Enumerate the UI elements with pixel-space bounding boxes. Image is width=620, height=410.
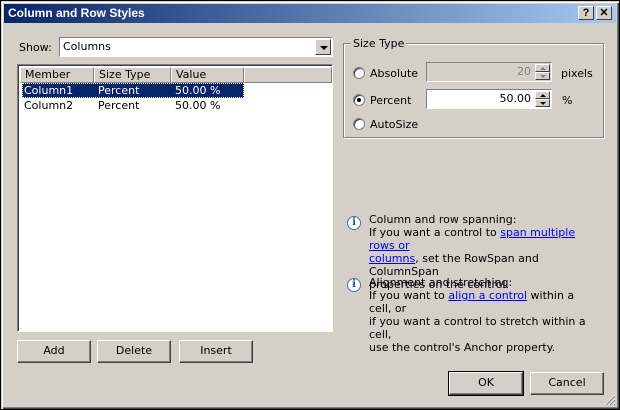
add-button[interactable]: Add [17, 340, 91, 363]
spanning-text: If you want a control to [369, 226, 501, 239]
arrow-down-icon [540, 75, 546, 78]
percent-label[interactable]: Percent [370, 94, 411, 107]
delete-button[interactable]: Delete [97, 340, 171, 363]
alignment-line1: If you want to align a control within a … [369, 289, 599, 315]
help-button[interactable]: ? [578, 6, 594, 20]
spanning-line1: If you want a control to span multiple r… [369, 226, 599, 252]
member-cell: Column2 [24, 99, 74, 112]
percent-unit-label: % [562, 94, 573, 107]
cancel-button[interactable]: Cancel [530, 372, 604, 395]
info-icon: i [347, 216, 361, 230]
absolute-radio[interactable] [353, 67, 365, 79]
percent-value-stepper[interactable]: 50.00 [426, 89, 552, 109]
alignment-line3: use the control's Anchor property. [369, 341, 556, 354]
absolute-value: 20 [517, 65, 531, 78]
insert-button[interactable]: Insert [179, 340, 253, 363]
close-button[interactable]: ✕ [596, 6, 612, 20]
alignment-info: Alignment and stretching: If you want to… [369, 276, 599, 354]
column-row-styles-dialog: Column and Row Styles ? ✕ Show: Columns … [0, 0, 620, 410]
size-type-cell: Percent [98, 84, 140, 97]
member-cell: Column1 [24, 84, 74, 97]
chevron-down-icon [320, 46, 328, 50]
arrow-up-icon [540, 67, 546, 70]
show-dropdown-value: Columns [63, 40, 111, 53]
radio-dot-icon [357, 98, 361, 102]
absolute-spin-down [535, 72, 550, 80]
percent-radio[interactable] [353, 94, 365, 106]
list-item-column1[interactable]: Column1 Percent 50.00 % [22, 83, 244, 98]
size-type-group-title: Size Type [351, 37, 407, 50]
column-header-filler [244, 67, 332, 83]
members-list[interactable]: Member Size Type Value Column1 Percent 5… [17, 64, 333, 332]
percent-spin-up[interactable] [535, 91, 550, 99]
absolute-label[interactable]: Absolute [370, 67, 418, 80]
pixels-unit-label: pixels [561, 67, 593, 80]
columns-link[interactable]: columns [369, 252, 415, 265]
percent-spin-buttons [535, 91, 550, 107]
column-header-size-type[interactable]: Size Type [94, 67, 171, 83]
ok-button[interactable]: OK [448, 371, 524, 396]
info-icon: i [347, 278, 361, 292]
value-cell: 50.00 % [175, 84, 221, 97]
arrow-up-icon [540, 94, 546, 97]
autosize-radio[interactable] [353, 118, 365, 130]
title-bar[interactable]: Column and Row Styles ? ✕ [4, 4, 616, 23]
absolute-spin-up [535, 64, 550, 72]
show-dropdown[interactable]: Columns [59, 37, 333, 57]
align-control-link[interactable]: align a control [448, 289, 527, 302]
column-header-value[interactable]: Value [171, 67, 244, 83]
alignment-heading: Alignment and stretching: [369, 276, 513, 289]
size-type-cell: Percent [98, 99, 140, 112]
percent-spin-down[interactable] [535, 99, 550, 107]
percent-value: 50.00 [499, 92, 532, 105]
arrow-down-icon [540, 102, 546, 105]
window-title: Column and Row Styles [8, 6, 145, 20]
alignment-text: If you want to [369, 289, 449, 302]
show-dropdown-button[interactable] [315, 39, 331, 55]
absolute-spin-buttons [535, 64, 550, 80]
show-label: Show: [19, 41, 52, 54]
column-header-member[interactable]: Member [20, 67, 94, 83]
resize-grip-icon[interactable] [604, 394, 616, 406]
alignment-line2: if you want a control to stretch within … [369, 315, 586, 341]
list-item-column2[interactable]: Column2 Percent 50.00 % [22, 98, 244, 113]
absolute-pixels-stepper: 20 [426, 62, 552, 82]
spanning-line2: columns, set the RowSpan and ColumnSpan [369, 252, 599, 278]
autosize-label[interactable]: AutoSize [370, 118, 418, 131]
list-header: Member Size Type Value [20, 67, 332, 83]
spanning-heading: Column and row spanning: [369, 213, 517, 226]
value-cell: 50.00 % [175, 99, 221, 112]
